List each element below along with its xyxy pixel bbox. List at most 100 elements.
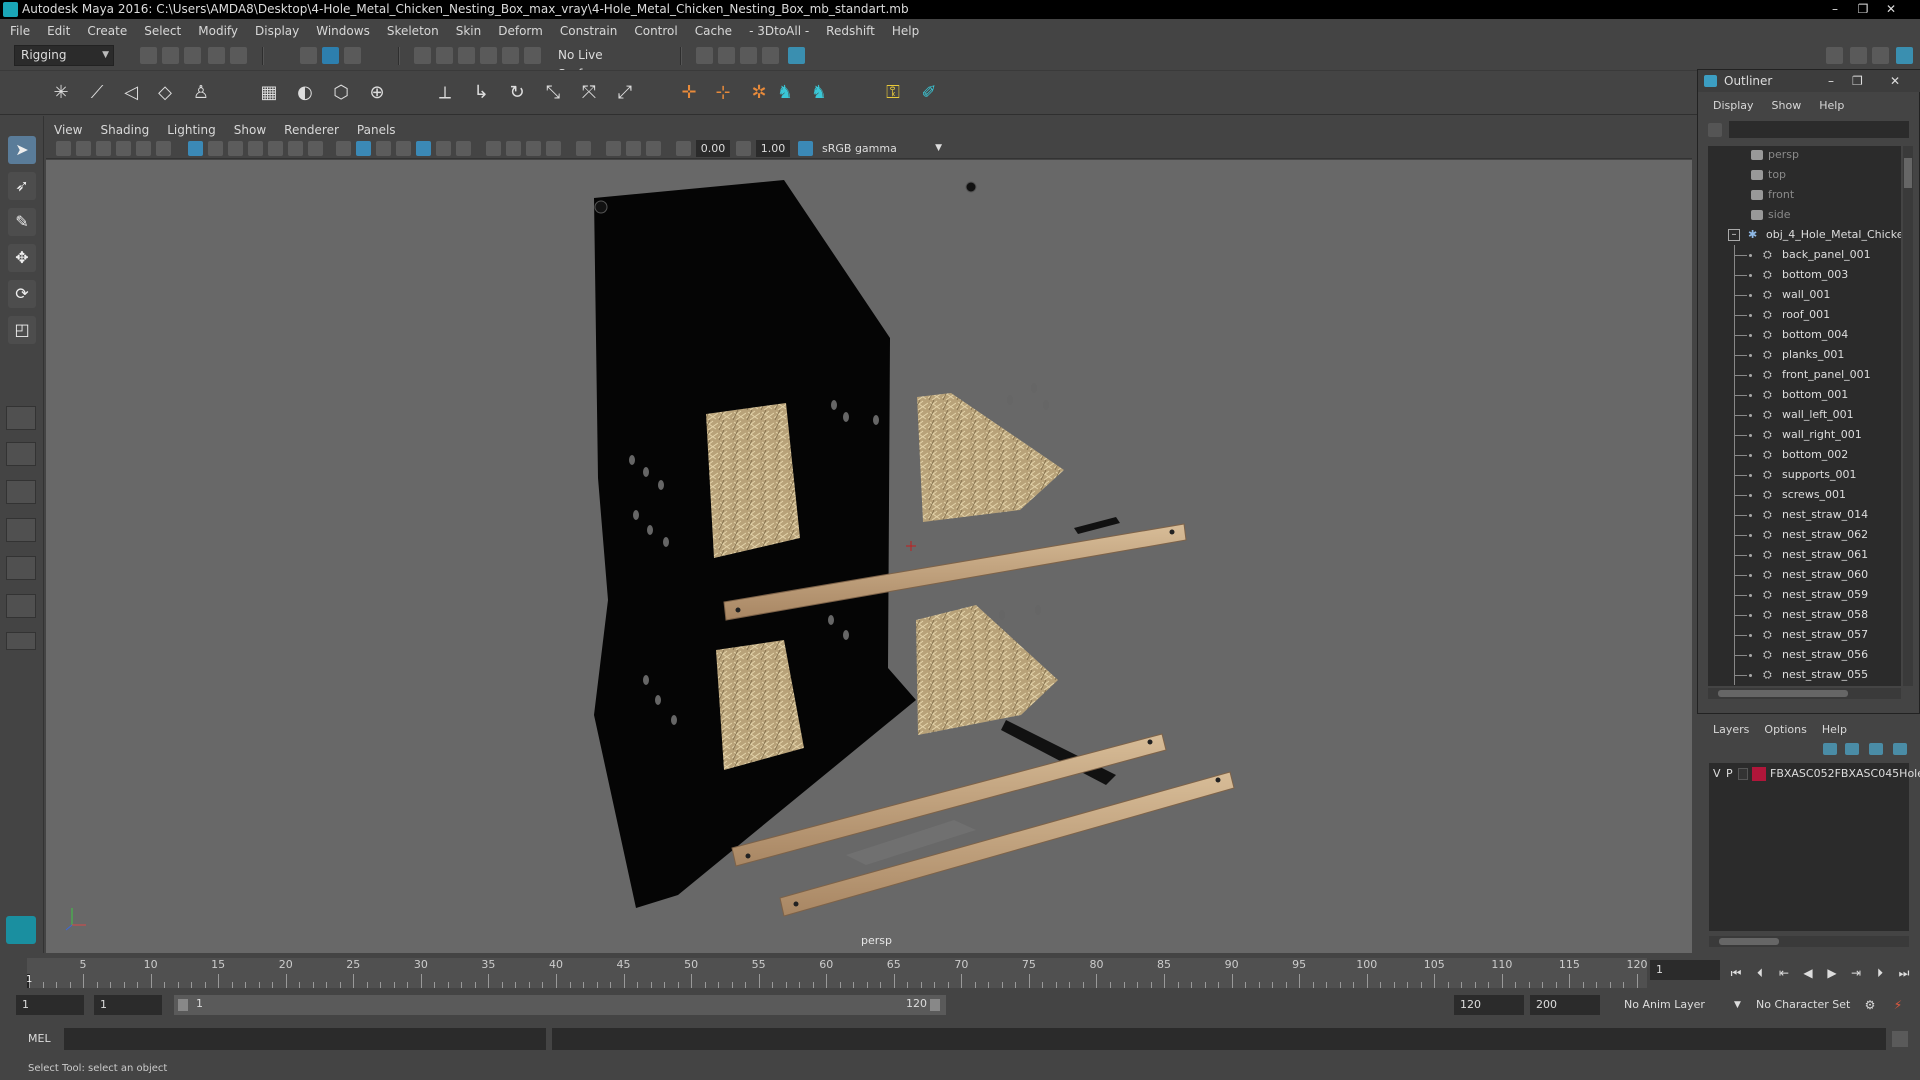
snap-curve-icon[interactable]: [436, 47, 453, 64]
outliner-layout-icon[interactable]: [6, 556, 36, 580]
outliner-item[interactable]: ⛭ bottom_001: [1708, 385, 1901, 405]
cluster-icon[interactable]: ⊕: [364, 80, 390, 106]
color-management-icon[interactable]: [798, 141, 813, 156]
character-set-dropdown[interactable]: No Character Set: [1750, 995, 1860, 1015]
snap-magnet-icon[interactable]: [524, 47, 541, 64]
panel-menu-view[interactable]: View: [54, 123, 82, 137]
cluster-handle-icon[interactable]: ⊹: [710, 80, 736, 106]
close-button[interactable]: ✕: [1878, 1, 1904, 17]
snap-grid-icon[interactable]: [414, 47, 431, 64]
menu-cache[interactable]: Cache: [695, 24, 732, 38]
time-ruler[interactable]: 1 5 10 15 20 25 30 35 40 45 50 55 60 65 70 75 80 85 90 95 1…: [26, 958, 1648, 988]
select-component-icon[interactable]: [344, 47, 361, 64]
range-end-handle[interactable]: [930, 999, 940, 1011]
maximize-icon[interactable]: ❐: [1852, 70, 1863, 92]
move-layer-down-icon[interactable]: [1845, 743, 1859, 755]
single-perspective-layout-icon[interactable]: [6, 406, 36, 430]
outliner-item-front[interactable]: front: [1708, 185, 1901, 205]
isolate-select-icon[interactable]: [576, 141, 591, 156]
panel-menu-lighting[interactable]: Lighting: [167, 123, 216, 137]
render-settings-icon[interactable]: [762, 47, 779, 64]
paint-select-tool-icon[interactable]: ✎: [8, 208, 36, 236]
hik-source-icon[interactable]: ♞: [806, 80, 832, 106]
layer-row[interactable]: V P FBXASC052FBXASC045Hole_l: [1709, 765, 1920, 783]
textured-icon[interactable]: [416, 141, 431, 156]
scroll-thumb[interactable]: [1718, 690, 1848, 697]
viewport-persp[interactable]: persp: [46, 160, 1692, 953]
locator-icon[interactable]: ✛: [676, 80, 702, 106]
wireframe-icon[interactable]: [336, 141, 351, 156]
outliner-item-side[interactable]: side: [1708, 205, 1901, 225]
outliner-item[interactable]: ⛭ roof_001: [1708, 305, 1901, 325]
layer-menu-layers[interactable]: Layers: [1713, 723, 1749, 736]
redo-icon[interactable]: [230, 47, 247, 64]
toggle-channel-box-icon[interactable]: [1896, 47, 1913, 64]
outliner-item[interactable]: ⛭ wall_right_001: [1708, 425, 1901, 445]
outliner-item[interactable]: ⛭ bottom_003: [1708, 265, 1901, 285]
grease-pencil-icon[interactable]: [156, 141, 171, 156]
xray-joints-icon[interactable]: [626, 141, 641, 156]
outliner-menu-display[interactable]: Display: [1713, 99, 1754, 117]
go-to-end-icon[interactable]: ⏭: [1896, 965, 1912, 981]
menu-modify[interactable]: Modify: [198, 24, 238, 38]
hypershade-icon[interactable]: [788, 47, 805, 64]
gamma-icon[interactable]: [736, 141, 751, 156]
menu-select[interactable]: Select: [144, 24, 181, 38]
point-constraint-icon[interactable]: ⟂: [432, 80, 458, 106]
menu-redshift[interactable]: Redshift: [826, 24, 875, 38]
outliner-item[interactable]: ⛭ bottom_004: [1708, 325, 1901, 345]
outliner-item-top[interactable]: top: [1708, 165, 1901, 185]
outliner-item[interactable]: ⛭ nest_straw_057: [1708, 625, 1901, 645]
parent-constraint-icon[interactable]: ⤧: [576, 80, 602, 106]
open-scene-icon[interactable]: [162, 47, 179, 64]
outliner-item[interactable]: ⛭ nest_straw_056: [1708, 645, 1901, 665]
ik-fk-icon[interactable]: ✲: [746, 80, 772, 106]
layer-display-type-toggle[interactable]: [1738, 768, 1748, 780]
outliner-item[interactable]: ⛭ nest_straw_058: [1708, 605, 1901, 625]
collapse-icon[interactable]: –: [1728, 229, 1740, 241]
move-layer-up-icon[interactable]: [1823, 743, 1837, 755]
maximize-button[interactable]: ❐: [1850, 1, 1876, 17]
select-object-icon[interactable]: [322, 47, 339, 64]
command-input[interactable]: [64, 1028, 546, 1050]
skin-tool-icon[interactable]: ✐: [916, 80, 942, 106]
maya-home-icon[interactable]: [6, 916, 36, 944]
menu-windows[interactable]: Windows: [316, 24, 370, 38]
motion-blur-icon[interactable]: [506, 141, 521, 156]
persp-outliner-layout-icon[interactable]: [6, 480, 36, 504]
layer-playback-toggle[interactable]: P: [1726, 765, 1733, 783]
panel-menu-show[interactable]: Show: [234, 123, 266, 137]
humanik-icon[interactable]: ♙: [188, 80, 214, 106]
four-view-layout-icon[interactable]: [6, 442, 36, 466]
panel-menu-renderer[interactable]: Renderer: [284, 123, 339, 137]
toggle-modeling-toolkit-icon[interactable]: [1826, 47, 1843, 64]
paint-weights-icon[interactable]: ◐: [292, 80, 318, 106]
bookmark-icon[interactable]: [96, 141, 111, 156]
view-transform-dropdown[interactable]: sRGB gamma ▼: [816, 140, 946, 157]
outliner-vertical-scrollbar[interactable]: [1903, 146, 1913, 686]
new-layer-from-selection-icon[interactable]: [1893, 743, 1907, 755]
persp-graph-layout-icon[interactable]: [6, 518, 36, 542]
menu-create[interactable]: Create: [87, 24, 127, 38]
menu-skin[interactable]: Skin: [456, 24, 482, 38]
new-scene-icon[interactable]: [140, 47, 157, 64]
insert-joint-icon[interactable]: ◇: [152, 80, 178, 106]
set-key-icon[interactable]: ⚿: [880, 80, 906, 106]
animation-end-field[interactable]: 200: [1530, 995, 1600, 1015]
outliner-item[interactable]: ⛭ back_panel_001: [1708, 245, 1901, 265]
resolution-gate-icon[interactable]: [228, 141, 243, 156]
gamma-field[interactable]: 1.00: [756, 140, 790, 157]
smooth-shade-icon[interactable]: [356, 141, 371, 156]
menu-file[interactable]: File: [10, 24, 30, 38]
step-forward-key-icon[interactable]: ⇥: [1848, 965, 1864, 981]
playback-start-field[interactable]: 1: [94, 995, 162, 1015]
layer-color-swatch[interactable]: [1752, 767, 1766, 781]
image-plane-icon[interactable]: [116, 141, 131, 156]
outliner-item[interactable]: ⛭ bottom_002: [1708, 445, 1901, 465]
gate-mask-icon[interactable]: [248, 141, 263, 156]
outliner-item[interactable]: ⛭ nest_straw_014: [1708, 505, 1901, 525]
play-backwards-icon[interactable]: ◀: [1800, 965, 1816, 981]
shadows-icon[interactable]: [456, 141, 471, 156]
snap-surface-icon[interactable]: [502, 47, 519, 64]
outliner-item-group[interactable]: – ✱ obj_4_Hole_Metal_Chicke: [1708, 225, 1901, 245]
